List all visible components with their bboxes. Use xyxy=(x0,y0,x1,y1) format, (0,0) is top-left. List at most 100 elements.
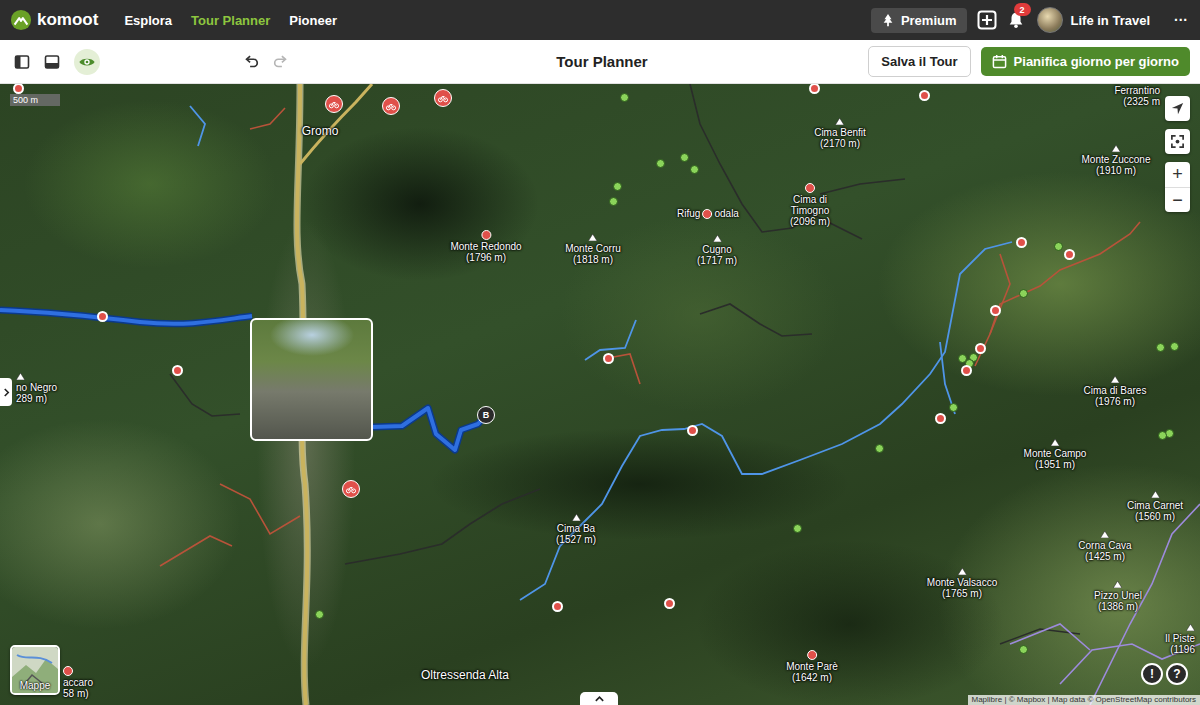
map-label[interactable]: Pizzo Unel(1386 m) xyxy=(1094,581,1142,612)
map-label[interactable]: Monte Campo(1951 m) xyxy=(1024,439,1087,470)
map-label[interactable]: Ferrantino(2325 m xyxy=(1114,85,1160,107)
nav-item[interactable]: Esplora xyxy=(124,13,172,28)
bike-pin-icon[interactable] xyxy=(382,97,400,115)
bike-pin-icon[interactable] xyxy=(434,89,452,107)
highlight-pin-icon[interactable] xyxy=(975,343,986,354)
logo-text: komoot xyxy=(37,10,98,30)
highlight-pin-icon[interactable] xyxy=(809,84,820,94)
map-label[interactable]: Monte Valsacco(1765 m) xyxy=(927,568,997,599)
user-menu[interactable]: Life in Travel xyxy=(1037,7,1150,33)
map-label[interactable]: Monte Redondo(1796 m) xyxy=(450,230,521,263)
green-dot-icon[interactable] xyxy=(613,182,622,191)
add-button[interactable] xyxy=(977,10,997,30)
premium-label: Premium xyxy=(901,13,957,28)
green-dot-icon[interactable] xyxy=(656,159,665,168)
bike-icon xyxy=(437,92,449,104)
expand-bottom-tab[interactable] xyxy=(580,692,618,705)
highlight-pin-icon[interactable] xyxy=(961,365,972,376)
green-dot-icon[interactable] xyxy=(1054,242,1063,251)
map[interactable]: 500 mBGromoCima Benfit(2170 m)Ferrantino… xyxy=(0,84,1200,705)
highlight-pin-icon[interactable] xyxy=(687,425,698,436)
highlight-pin-icon[interactable] xyxy=(919,90,930,101)
map-label[interactable]: accaro58 m) xyxy=(63,666,93,699)
visibility-toggle[interactable] xyxy=(74,49,100,75)
redo-icon[interactable] xyxy=(272,53,290,71)
green-dot-icon[interactable] xyxy=(690,165,699,174)
feedback-button[interactable]: ! xyxy=(1141,663,1163,685)
green-dot-icon[interactable] xyxy=(1019,645,1028,654)
fullscreen-button[interactable] xyxy=(1165,129,1190,154)
bike-icon xyxy=(345,483,357,495)
map-label[interactable]: Cima Carnet(1560 m) xyxy=(1127,491,1183,522)
bottom-panel-icon[interactable] xyxy=(44,54,60,70)
chevron-right-icon xyxy=(3,387,10,398)
highlight-pin-icon[interactable] xyxy=(603,353,614,364)
undo-icon[interactable] xyxy=(242,53,260,71)
map-label[interactable]: Cugno(1717 m) xyxy=(697,235,737,266)
highlight-pin-icon[interactable] xyxy=(172,365,183,376)
bike-pin-icon[interactable] xyxy=(325,95,343,113)
zoom-in-button[interactable]: + xyxy=(1165,162,1190,187)
green-dot-icon[interactable] xyxy=(1156,343,1165,352)
nav-item[interactable]: Tour Planner xyxy=(191,13,270,28)
map-label[interactable]: Il Piste(1196 xyxy=(1165,624,1195,655)
highlight-pin-icon[interactable] xyxy=(990,305,1001,316)
map-label[interactable]: no Negro289 m) xyxy=(16,373,57,404)
map-label[interactable]: Monte Parè(1642 m) xyxy=(786,650,838,683)
map-label[interactable]: Gromo xyxy=(302,124,339,138)
map-label[interactable]: Cima Ba(1527 m) xyxy=(556,514,596,545)
peak-name: Cima di Timogno xyxy=(782,194,838,216)
bike-pin-icon[interactable] xyxy=(342,480,360,498)
map-layers-button[interactable]: Mappe xyxy=(10,645,60,695)
premium-button[interactable]: Premium xyxy=(871,8,967,33)
save-tour-button[interactable]: Salva il Tour xyxy=(868,46,970,77)
route-end-marker[interactable]: B xyxy=(477,406,495,424)
peak-elevation: (1976 m) xyxy=(1095,396,1135,407)
zoom-out-button[interactable]: − xyxy=(1165,187,1190,212)
peak-icon xyxy=(1150,491,1159,498)
green-dot-icon[interactable] xyxy=(949,403,958,412)
bike-icon xyxy=(385,100,397,112)
highlight-pin-icon[interactable] xyxy=(1064,249,1075,260)
peak-icon xyxy=(958,568,967,575)
highlight-pin-icon[interactable] xyxy=(1016,237,1027,248)
green-dot-icon[interactable] xyxy=(620,93,629,102)
green-dot-icon[interactable] xyxy=(315,610,324,619)
highlight-pin-icon[interactable] xyxy=(664,598,675,609)
green-dot-icon[interactable] xyxy=(875,444,884,453)
route-photo[interactable] xyxy=(250,318,373,441)
more-button[interactable]: ··· xyxy=(1174,12,1188,28)
map-label[interactable]: Cima di Bares(1976 m) xyxy=(1084,376,1147,407)
green-dot-icon[interactable] xyxy=(680,153,689,162)
highlight-pin-icon[interactable] xyxy=(13,84,24,94)
map-label[interactable]: Monte Zuccone(1910 m) xyxy=(1082,145,1151,176)
sidebar-panel-icon[interactable] xyxy=(14,54,30,70)
help-controls: !? xyxy=(1141,663,1188,685)
map-label[interactable]: Oltressenda Alta xyxy=(421,668,509,682)
map-label[interactable]: Cima di Timogno(2096 m) xyxy=(782,183,838,227)
highlight-pin-icon[interactable] xyxy=(97,311,108,322)
peak-name: accaro xyxy=(63,677,93,688)
help-button[interactable]: ? xyxy=(1166,663,1188,685)
green-dot-icon[interactable] xyxy=(1019,289,1028,298)
notifications-button[interactable]: 2 xyxy=(1007,11,1025,29)
komoot-logo[interactable]: komoot xyxy=(10,9,98,31)
map-label[interactable]: Monte Corru(1818 m) xyxy=(565,234,621,265)
peak-name: Il Piste xyxy=(1165,633,1195,644)
peak-name: Corna Cava xyxy=(1078,540,1131,551)
map-label[interactable]: Cima Benfit(2170 m) xyxy=(814,118,866,149)
nav-item[interactable]: Pioneer xyxy=(289,13,337,28)
green-dot-icon[interactable] xyxy=(1170,342,1179,351)
highlight-pin-icon[interactable] xyxy=(935,413,946,424)
locate-button[interactable] xyxy=(1165,96,1190,121)
expand-sidebar-tab[interactable] xyxy=(0,378,12,406)
plan-days-button[interactable]: Pianifica giorno per giorno xyxy=(981,47,1190,76)
green-dot-icon[interactable] xyxy=(609,197,618,206)
map-label[interactable]: Corna Cava(1425 m) xyxy=(1078,531,1131,562)
map-label[interactable]: Rifugodala xyxy=(677,208,739,219)
peak-elevation: (1560 m) xyxy=(1135,511,1175,522)
green-dot-icon[interactable] xyxy=(793,524,802,533)
highlight-pin-icon[interactable] xyxy=(552,601,563,612)
peak-name: Monte Parè xyxy=(786,661,838,672)
green-dot-icon[interactable] xyxy=(1158,431,1167,440)
